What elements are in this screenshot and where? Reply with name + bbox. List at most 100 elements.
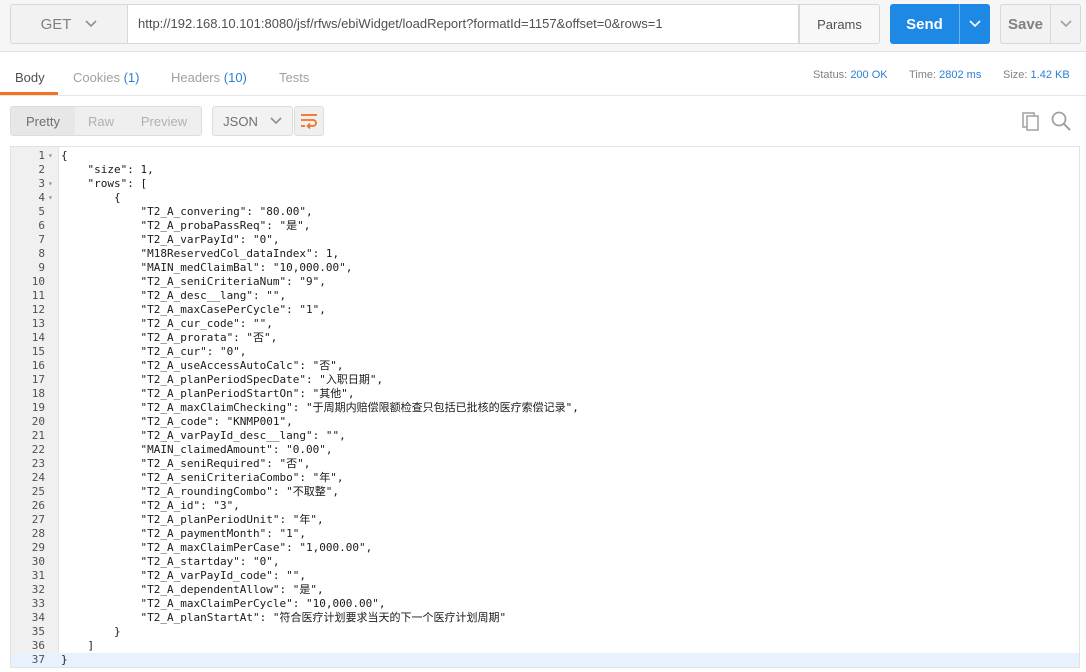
- code-text: "T2_A_prorata": "否",: [61, 331, 278, 344]
- code-line: 4 ▾ {: [11, 191, 1079, 205]
- fold-toggle-icon[interactable]: ▾: [48, 191, 53, 205]
- time-meta: Time: 2802 ms: [909, 69, 981, 81]
- send-button[interactable]: Send: [890, 4, 990, 44]
- code-text: {: [61, 191, 121, 204]
- line-number: 23: [31, 457, 45, 470]
- code-line: 2 "size": 1,: [11, 163, 1079, 177]
- line-number: 37: [31, 653, 45, 666]
- code-text: "T2_A_cur": "0",: [61, 345, 247, 358]
- params-button[interactable]: Params: [799, 4, 880, 44]
- code-text: "T2_A_seniCriteriaNum": "9",: [61, 275, 326, 288]
- chevron-down-icon: [1059, 20, 1072, 28]
- line-number: 10: [31, 275, 45, 288]
- url-input[interactable]: http://192.168.10.101:8080/jsf/rfws/ebiW…: [127, 4, 799, 44]
- code-line: 29 "T2_A_maxClaimPerCase": "1,000.00",: [11, 541, 1079, 555]
- tab-body[interactable]: Body: [15, 70, 45, 85]
- code-line: 31 "T2_A_varPayId_code": "",: [11, 569, 1079, 583]
- code-text: "T2_A_varPayId": "0",: [61, 233, 280, 246]
- size-label: Size:: [1003, 69, 1028, 81]
- wrap-lines-button[interactable]: [294, 106, 324, 136]
- save-dropdown[interactable]: [1050, 5, 1080, 43]
- code-line: 26 "T2_A_id": "3",: [11, 499, 1079, 513]
- save-label: Save: [1007, 15, 1044, 33]
- code-text: "T2_A_planStartAt": "符合医疗计划要求当天的下一个医疗计划周…: [61, 611, 507, 624]
- line-number: 16: [31, 359, 45, 372]
- line-number: 5: [38, 205, 45, 218]
- line-number: 18: [31, 387, 45, 400]
- code-text: "T2_A_planPeriodSpecDate": "入职日期",: [61, 373, 384, 386]
- time-value: 2802 ms: [939, 69, 982, 81]
- copy-button[interactable]: [1020, 110, 1042, 132]
- line-number: 19: [31, 401, 45, 414]
- send-dropdown[interactable]: [959, 4, 990, 44]
- code-text: "T2_A_seniRequired": "否",: [61, 457, 311, 470]
- code-line: 28 "T2_A_paymentMonth": "1",: [11, 527, 1079, 541]
- line-number: 30: [31, 555, 45, 568]
- code-line: 12 "T2_A_maxCasePerCycle": "1",: [11, 303, 1079, 317]
- search-button[interactable]: [1050, 110, 1072, 132]
- request-bar: GET http://192.168.10.101:8080/jsf/rfws/…: [0, 0, 1086, 52]
- tab-tests[interactable]: Tests: [279, 70, 309, 85]
- code-text: }: [61, 653, 68, 666]
- code-line: 6 "T2_A_probaPassReq": "是",: [11, 219, 1079, 233]
- code-text: "T2_A_maxClaimPerCycle": "10,000.00",: [61, 597, 386, 610]
- code-text: "T2_A_startday": "0",: [61, 555, 280, 568]
- code-line: 19 "T2_A_maxClaimChecking": "于周期内赔偿限额检查只…: [11, 401, 1079, 415]
- code-line: 17 "T2_A_planPeriodSpecDate": "入职日期",: [11, 373, 1079, 387]
- line-number: 8: [38, 247, 45, 260]
- line-number: 34: [31, 611, 45, 624]
- code-text: "T2_A_varPayId_desc__lang": "",: [61, 429, 346, 442]
- line-number: 11: [31, 289, 45, 302]
- code-text: "T2_A_id": "3",: [61, 499, 240, 512]
- code-text: "T2_A_convering": "80.00",: [61, 205, 313, 218]
- code-text: "T2_A_code": "KNMP001",: [61, 415, 293, 428]
- code-line: 3 ▾ "rows": [: [11, 177, 1079, 191]
- chevron-down-icon: [85, 20, 97, 28]
- code-line: 9 "MAIN_medClaimBal": "10,000.00",: [11, 261, 1079, 275]
- code-line: 36 ]: [11, 639, 1079, 653]
- chevron-down-icon: [969, 20, 981, 28]
- code-text: "T2_A_maxClaimPerCase": "1,000.00",: [61, 541, 373, 554]
- code-lines: 1 ▾{2 "size": 1, 3 ▾ "rows": [4 ▾ {5 "T2_A_c…: [11, 147, 1079, 667]
- code-line: 27 "T2_A_planPeriodUnit": "年",: [11, 513, 1079, 527]
- tab-cookies[interactable]: Cookies (1): [73, 70, 139, 85]
- copy-icon: [1022, 112, 1039, 131]
- code-line: 14 "T2_A_prorata": "否",: [11, 331, 1079, 345]
- line-number: 1: [38, 149, 45, 162]
- line-number: 29: [31, 541, 45, 554]
- code-line: 11 "T2_A_desc__lang": "",: [11, 289, 1079, 303]
- code-line: 21 "T2_A_varPayId_desc__lang": "",: [11, 429, 1079, 443]
- code-text: "T2_A_cur_code": "",: [61, 317, 273, 330]
- line-number: 20: [31, 415, 45, 428]
- code-line: 37}: [11, 653, 1079, 667]
- view-pretty[interactable]: Pretty: [11, 107, 75, 135]
- method-select[interactable]: GET: [10, 4, 127, 44]
- code-line: 7 "T2_A_varPayId": "0",: [11, 233, 1079, 247]
- code-line: 15 "T2_A_cur": "0",: [11, 345, 1079, 359]
- code-line: 10 "T2_A_seniCriteriaNum": "9",: [11, 275, 1079, 289]
- line-number: 32: [31, 583, 45, 596]
- code-text: "T2_A_desc__lang": "",: [61, 289, 287, 302]
- view-mode-switch: Pretty Raw Preview: [10, 106, 202, 136]
- code-text: "T2_A_paymentMonth": "1",: [61, 527, 307, 540]
- view-raw[interactable]: Raw: [75, 107, 127, 135]
- line-number: 26: [31, 499, 45, 512]
- save-button[interactable]: Save: [1000, 4, 1081, 44]
- code-line: 23 "T2_A_seniRequired": "否",: [11, 457, 1079, 471]
- status-meta: Status: 200 OK: [813, 69, 888, 81]
- code-text: "T2_A_useAccessAutoCalc": "否",: [61, 359, 344, 372]
- fold-toggle-icon[interactable]: ▾: [48, 149, 53, 163]
- line-number: 7: [38, 233, 45, 246]
- fold-toggle-icon[interactable]: ▾: [48, 177, 53, 191]
- line-number: 31: [31, 569, 45, 582]
- code-text: "T2_A_planPeriodUnit": "年",: [61, 513, 324, 526]
- format-select[interactable]: JSON: [212, 106, 293, 136]
- code-text: "M18ReservedCol_dataIndex": 1,: [61, 247, 340, 260]
- line-number: 15: [31, 345, 45, 358]
- tab-headers[interactable]: Headers (10): [171, 70, 247, 85]
- code-text: "rows": [: [61, 177, 148, 190]
- code-text: "T2_A_roundingCombo": "不取整",: [61, 485, 340, 498]
- view-preview[interactable]: Preview: [127, 107, 201, 135]
- code-line: 33 "T2_A_maxClaimPerCycle": "10,000.00",: [11, 597, 1079, 611]
- response-body-editor[interactable]: 1 ▾{2 "size": 1, 3 ▾ "rows": [4 ▾ {5 "T2_A_c…: [10, 146, 1080, 668]
